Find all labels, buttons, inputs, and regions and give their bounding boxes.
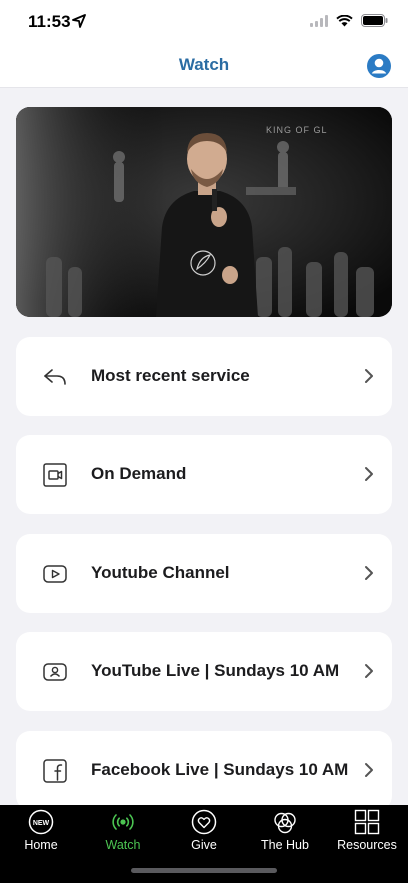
tab-home[interactable]: NEW Home <box>0 805 82 865</box>
location-arrow-icon <box>72 14 86 28</box>
tab-watch[interactable]: Watch <box>82 805 164 865</box>
chevron-right-icon <box>365 467 373 481</box>
menu-item-label: Facebook Live | Sundays 10 AM <box>91 760 349 779</box>
profile-icon[interactable] <box>366 53 392 79</box>
new-badge-icon: NEW <box>28 809 54 835</box>
page-title: Watch <box>178 55 230 74</box>
tab-label: Give <box>191 838 217 852</box>
tab-label: Watch <box>105 838 141 852</box>
hero-image: KING OF GL <box>16 107 392 317</box>
menu-item-label: On Demand <box>91 464 187 483</box>
menu-item-youtube-live[interactable]: YouTube Live | Sundays 10 AM <box>16 632 392 711</box>
new-badge-text: NEW <box>33 820 50 827</box>
tab-give[interactable]: Give <box>163 805 245 865</box>
home-indicator <box>131 868 277 873</box>
tab-the-hub[interactable]: The Hub <box>244 805 326 865</box>
tab-label: Home <box>24 838 58 852</box>
hero-banner-text: KING OF GL <box>266 125 328 135</box>
tab-label: The Hub <box>261 838 309 852</box>
chevron-right-icon <box>365 763 373 777</box>
heart-icon <box>191 809 217 835</box>
chevron-right-icon <box>365 664 373 678</box>
menu-item-label: YouTube Live | Sundays 10 AM <box>91 661 340 680</box>
navigation-header: Watch <box>0 44 408 88</box>
menu-item-youtube-channel[interactable]: Youtube Channel <box>16 534 392 613</box>
menu-item-on-demand[interactable]: On Demand <box>16 435 392 514</box>
broadcast-icon <box>112 814 134 830</box>
grid-icon <box>354 809 380 835</box>
menu-item-facebook-live[interactable]: Facebook Live | Sundays 10 AM <box>16 731 392 805</box>
menu-item-label: Most recent service <box>91 366 250 385</box>
status-time: 11:53 <box>28 12 71 31</box>
signal-icon <box>310 14 328 27</box>
menu-item-most-recent-service[interactable]: Most recent service <box>16 337 392 416</box>
tab-bar: NEW Home Watch Give The Hub Resources <box>0 805 408 883</box>
reply-arrow-icon <box>44 369 66 385</box>
profile-card-icon <box>43 663 67 681</box>
tab-label: Resources <box>337 838 397 852</box>
video-camera-icon <box>43 463 67 487</box>
facebook-icon <box>43 759 67 783</box>
chevron-right-icon <box>365 369 373 383</box>
hero-banner[interactable]: KING OF GL <box>16 107 392 317</box>
content-area: KING OF GL Most recent service On Demand… <box>0 88 408 805</box>
chevron-right-icon <box>365 566 373 580</box>
tab-resources[interactable]: Resources <box>326 805 408 865</box>
circles-icon <box>274 812 296 834</box>
wifi-icon <box>336 14 353 26</box>
youtube-play-icon <box>43 565 67 583</box>
battery-icon <box>361 14 388 27</box>
status-bar: 11:53 <box>0 0 408 44</box>
menu-item-label: Youtube Channel <box>91 563 230 582</box>
